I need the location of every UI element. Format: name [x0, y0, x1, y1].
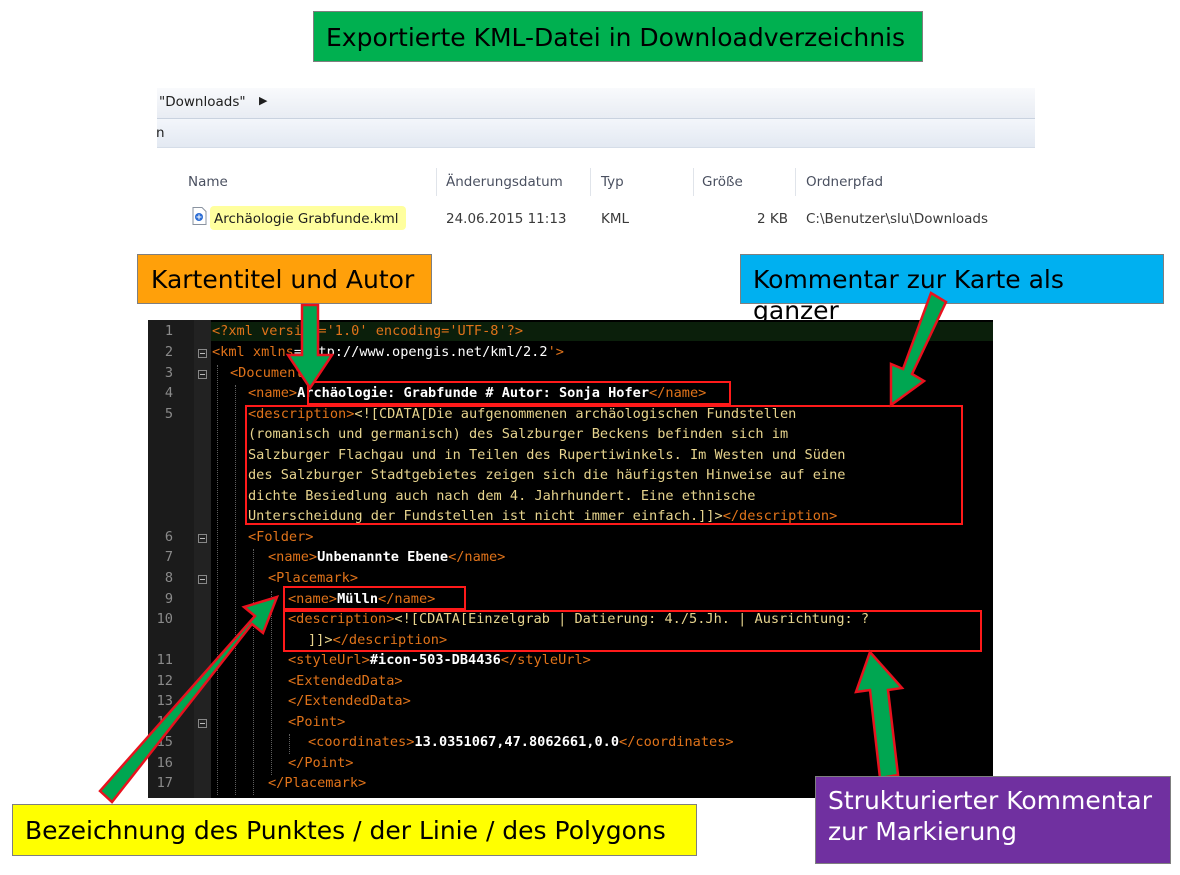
annotation-arrows: [98, 291, 948, 804]
arrow-kommentar: [889, 291, 948, 408]
callout-struktur-line2: zur Markierung: [828, 817, 1018, 847]
arrow-bezeichnung: [98, 595, 280, 804]
callout-struktur: Strukturierter Kommentar zur Markierung: [815, 776, 1171, 864]
arrow-struktur: [854, 649, 905, 780]
arrow-kartentitel: [285, 303, 335, 391]
callout-bezeichnung: Bezeichnung des Punktes / der Linie / de…: [12, 804, 697, 856]
callout-struktur-line1: Strukturierter Kommentar: [828, 786, 1152, 815]
